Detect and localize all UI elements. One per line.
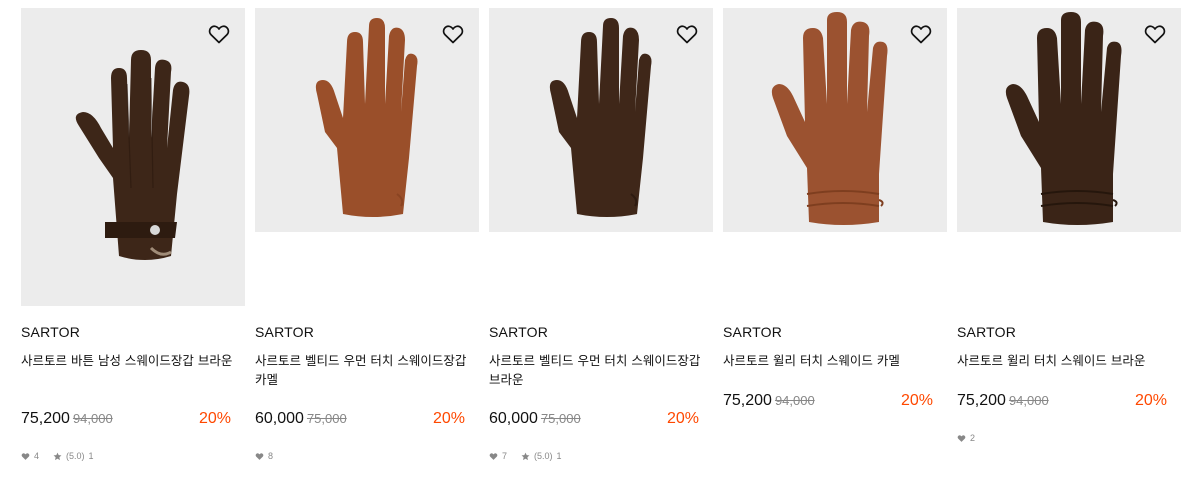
review-count: 1 [88,451,94,461]
brand-name[interactable]: SARTOR [957,324,1181,340]
product-image[interactable] [489,8,713,232]
discount-rate: 20% [1134,392,1167,409]
product-image[interactable] [21,8,245,306]
discount-rate: 20% [666,410,699,427]
discount-rate: 20% [900,392,933,409]
discount-rate: 20% [198,410,231,427]
product-card[interactable]: SARTOR 사르토르 바튼 남성 스웨이드장갑 브라운 75,200 94,00… [21,8,245,461]
sale-price: 75,200 94,000 [723,392,815,409]
product-grid: SARTOR 사르토르 바튼 남성 스웨이드장갑 브라운 75,200 94,00… [21,8,1191,486]
like-count: 4 [34,451,40,461]
original-price: 94,000 [774,393,815,408]
price-row: 75,200 94,000 20% [21,410,233,432]
rating-score: (5.0) [534,451,553,461]
original-price: 75,000 [540,411,581,426]
sale-price: 75,200 94,000 [957,392,1049,409]
brand-name[interactable]: SARTOR [723,324,947,340]
product-info: SARTOR 사르토르 바튼 남성 스웨이드장갑 브라운 [21,324,245,370]
product-card[interactable]: SARTOR 사르토르 벨티드 우먼 터치 스웨이드장갑 브라운 60,000 7… [489,8,713,461]
original-price: 75,000 [306,411,347,426]
product-card[interactable]: SARTOR 사르토르 벨티드 우먼 터치 스웨이드장갑 카멜 60,000 75… [255,8,479,461]
price-row: 75,200 94,000 20% [957,392,1169,414]
heart-filled-icon [489,452,498,461]
price-row: 60,000 75,000 20% [255,410,467,432]
product-meta: 4 (5.0) 1 [21,451,94,461]
product-image[interactable] [957,8,1181,232]
product-info: SARTOR 사르토르 윌리 터치 스웨이드 브라운 [957,324,1181,370]
heart-filled-icon [957,434,966,443]
price-row: 75,200 94,000 20% [723,392,935,414]
original-price: 94,000 [1008,393,1049,408]
like-count: 2 [970,433,976,443]
product-card[interactable]: SARTOR 사르토르 윌리 터치 스웨이드 브라운 75,200 94,000 … [957,8,1181,443]
wishlist-heart-icon[interactable] [909,22,933,46]
sale-price: 60,000 75,000 [489,410,581,427]
sale-price: 60,000 75,000 [255,410,347,427]
product-meta: 2 [957,433,975,443]
product-image[interactable] [723,8,947,232]
product-card[interactable]: SARTOR 사르토르 윌리 터치 스웨이드 카멜 75,200 94,000 2… [723,8,947,409]
glove-image [75,50,190,260]
product-name[interactable]: 사르토르 윌리 터치 스웨이드 브라운 [957,351,1169,370]
product-image[interactable] [255,8,479,232]
product-name[interactable]: 사르토르 벨티드 우먼 터치 스웨이드장갑 브라운 [489,351,701,389]
heart-filled-icon [255,452,264,461]
product-meta: 8 [255,451,273,461]
product-meta: 7 (5.0) 1 [489,451,562,461]
star-icon [521,452,530,461]
product-info: SARTOR 사르토르 벨티드 우먼 터치 스웨이드장갑 카멜 [255,324,479,389]
like-count: 8 [268,451,274,461]
like-count: 7 [502,451,508,461]
product-name[interactable]: 사르토르 바튼 남성 스웨이드장갑 브라운 [21,351,233,370]
wishlist-heart-icon[interactable] [1143,22,1167,46]
sale-price: 75,200 94,000 [21,410,113,427]
product-name[interactable]: 사르토르 벨티드 우먼 터치 스웨이드장갑 카멜 [255,351,467,389]
product-info: SARTOR 사르토르 윌리 터치 스웨이드 카멜 [723,324,947,370]
price-row: 60,000 75,000 20% [489,410,701,432]
original-price: 94,000 [72,411,113,426]
product-name[interactable]: 사르토르 윌리 터치 스웨이드 카멜 [723,351,935,370]
review-count: 1 [556,451,562,461]
star-icon [53,452,62,461]
wishlist-heart-icon[interactable] [441,22,465,46]
heart-filled-icon [21,452,30,461]
rating-score: (5.0) [66,451,85,461]
wishlist-heart-icon[interactable] [207,22,231,46]
brand-name[interactable]: SARTOR [21,324,245,340]
product-info: SARTOR 사르토르 벨티드 우먼 터치 스웨이드장갑 브라운 [489,324,713,389]
brand-name[interactable]: SARTOR [255,324,479,340]
brand-name[interactable]: SARTOR [489,324,713,340]
discount-rate: 20% [432,410,465,427]
wishlist-heart-icon[interactable] [675,22,699,46]
